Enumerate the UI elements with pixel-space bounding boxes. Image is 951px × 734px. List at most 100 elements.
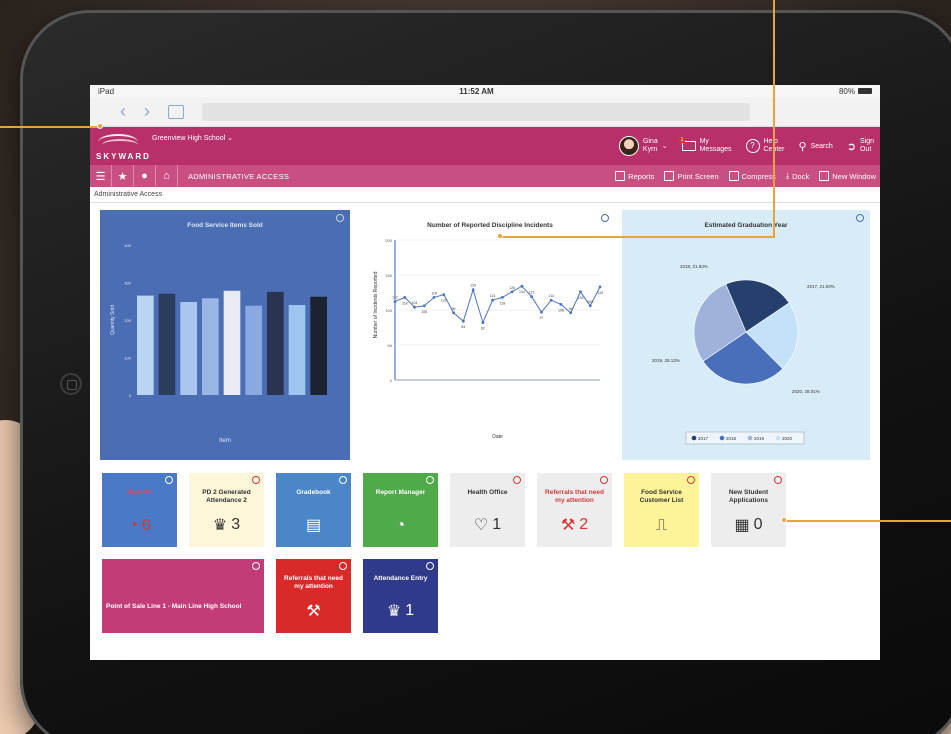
slice-label: 2019, 28.13%: [652, 358, 680, 363]
gear-icon[interactable]: [252, 562, 260, 570]
tile-label: Reports: [127, 489, 152, 496]
gear-icon[interactable]: [774, 476, 782, 484]
globe-icon[interactable]: ●: [134, 165, 156, 187]
gear-icon[interactable]: [339, 562, 347, 570]
gear-icon[interactable]: [513, 476, 521, 484]
new-window-link[interactable]: New Window: [819, 171, 876, 181]
legend-label: 2018: [726, 436, 737, 441]
tile-label: PD 2 Generated Attendance 2: [202, 489, 251, 504]
gear-icon[interactable]: [339, 476, 347, 484]
food-service-chart-panel: Food Service Items Sold Quantity Sold Ite…: [100, 210, 350, 460]
legend-swatch: [775, 435, 781, 441]
gavel-icon: ⚒: [306, 603, 321, 620]
bar: [288, 305, 306, 395]
widget-tile[interactable]: New Student Applications ▦ 0: [711, 473, 786, 547]
tile-body: ♡ 1: [450, 515, 525, 535]
widget-tile[interactable]: Attendance Entry ♛ 1: [363, 559, 438, 633]
home-icon[interactable]: ⌂: [156, 165, 178, 187]
tile-label: Health Office: [467, 489, 508, 496]
camera-icon: [664, 171, 675, 181]
tile-count: 3: [231, 516, 241, 533]
search-button[interactable]: ⚲ Search: [799, 140, 833, 153]
back-arrow-icon[interactable]: ‹: [120, 101, 126, 122]
help-center-button[interactable]: ? HelpCenter: [745, 138, 785, 154]
data-point: [520, 284, 524, 288]
bar: [158, 293, 176, 395]
widget-tile[interactable]: Point of Sale Line 1 - Main Line High Sc…: [102, 559, 264, 633]
bookmarks-icon[interactable]: [168, 104, 184, 119]
sign-out-icon: ➲: [846, 140, 856, 153]
print-screen-link[interactable]: Print Screen: [664, 171, 719, 181]
widget-tile[interactable]: Health Office ♡ 1: [450, 473, 525, 547]
browser-toolbar: ‹ ›: [90, 97, 880, 127]
y-tick-label: 50: [388, 343, 393, 348]
gear-icon[interactable]: [165, 476, 173, 484]
menu-icon[interactable]: ☰: [90, 165, 112, 187]
messages-badge: 1: [678, 137, 686, 143]
sign-out-button[interactable]: ➲ Sign Out: [847, 138, 874, 154]
utensils-icon: ⎍: [655, 517, 668, 534]
data-point: [530, 295, 534, 299]
address-bar[interactable]: [202, 102, 750, 121]
widget-tile[interactable]: Reports ◔ 6: [102, 473, 177, 547]
x-axis-label: Item: [219, 438, 231, 444]
gear-icon[interactable]: [252, 476, 260, 484]
gear-icon[interactable]: [336, 214, 344, 222]
widget-tile[interactable]: Food Service Customer List ⎍: [624, 473, 699, 547]
tile-label: Gradebook: [296, 489, 331, 496]
data-label: 129: [470, 284, 476, 288]
heart-icon: ♡: [473, 517, 489, 534]
tile-body: ⚒ 2: [537, 515, 612, 535]
reports-link[interactable]: Reports: [615, 171, 654, 181]
gear-icon[interactable]: [601, 214, 609, 222]
favorites-star-icon[interactable]: ★: [112, 165, 134, 187]
data-label: 97: [539, 316, 543, 320]
discipline-line-chart: 0 50 100 150 200 Number of Incidents Reported…: [373, 238, 603, 440]
tile-label: Referrals that need my attention: [545, 489, 604, 504]
gear-icon[interactable]: [426, 562, 434, 570]
slice-label: 2018, 21.93%: [680, 264, 708, 269]
gear-icon[interactable]: [687, 476, 695, 484]
data-point: [413, 305, 416, 309]
data-label: 106: [421, 310, 427, 314]
slice-label: 2020, 28.01%: [792, 389, 820, 394]
data-point: [540, 310, 543, 314]
y-tick-label: 400: [124, 243, 131, 248]
data-point: [442, 293, 446, 296]
gear-icon[interactable]: [856, 214, 864, 222]
callout-line: [773, 0, 775, 237]
status-bar: iPad 11:52 AM 80%: [90, 85, 880, 97]
data-point: [559, 303, 563, 306]
dock-link[interactable]: ⤓ Dock: [786, 171, 809, 181]
skyward-logo[interactable]: SKYWARD: [96, 130, 149, 162]
gear-icon[interactable]: [600, 476, 608, 484]
data-point: [491, 298, 495, 302]
forward-arrow-icon[interactable]: ›: [144, 101, 150, 122]
gear-icon[interactable]: [426, 476, 434, 484]
widget-tile[interactable]: PD 2 Generated Attendance 2 ♛ 3: [189, 473, 264, 547]
data-point: [510, 290, 514, 294]
callout-line: [0, 126, 100, 128]
help-icon: ?: [745, 139, 760, 153]
tile-body: ⚒: [276, 601, 351, 621]
data-label: 122: [441, 299, 447, 303]
widget-tile[interactable]: Report Manager ◔: [363, 473, 438, 547]
school-selector[interactable]: Greenview High School ⌄: [152, 134, 233, 142]
app-header: SKYWARD Greenview High School ⌄ Gina Kyrn…: [90, 127, 880, 165]
avatar: [618, 136, 639, 156]
tile-count: 1: [405, 602, 415, 619]
data-label: 118: [402, 301, 408, 305]
widget-tile[interactable]: Gradebook ▤: [276, 473, 351, 547]
data-point: [422, 304, 426, 308]
graduation-chart-panel: Estimated Graduation Year 2018, 21.93% 20…: [622, 210, 870, 460]
home-button[interactable]: [60, 373, 82, 395]
widget-tile[interactable]: Referrals that need my attention ⚒: [276, 559, 351, 633]
user-menu[interactable]: Gina Kyrn ⌄: [618, 136, 668, 156]
y-tick-label: 0: [390, 378, 393, 383]
messages-button[interactable]: 1 My Messages: [678, 137, 732, 154]
battery-indicator: 80%: [839, 87, 872, 96]
food-chart-title: Food Service Items Sold: [187, 222, 263, 229]
compress-link[interactable]: Compress: [728, 171, 776, 181]
discipline-series-line: [394, 285, 601, 325]
widget-tile[interactable]: Referrals that need my attention ⚒ 2: [537, 473, 612, 547]
